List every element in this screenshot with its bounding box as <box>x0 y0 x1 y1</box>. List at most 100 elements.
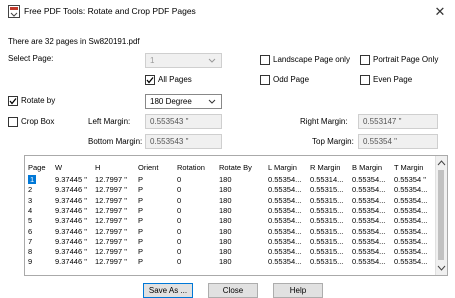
column-header[interactable]: H <box>95 163 100 172</box>
landscape-only-checkbox[interactable] <box>260 55 270 65</box>
column-header[interactable]: Orient <box>138 163 158 172</box>
table-cell: 180 <box>219 226 232 236</box>
table-cell: P <box>138 236 144 246</box>
table-cell: 12.7997 " <box>95 216 127 226</box>
table-cell: 0.55354... <box>268 195 302 205</box>
table-cell: 0.55354... <box>352 236 386 246</box>
table-cell: 180 <box>219 175 232 184</box>
table-row[interactable]: 4 9.37446 " 12.7997 " P 0 180 0.55354... 0.5531… <box>25 206 437 216</box>
portrait-only-checkbox[interactable] <box>360 55 370 65</box>
save-as-button[interactable]: Save As ... <box>143 283 193 298</box>
help-button[interactable]: Help <box>273 283 323 298</box>
app-pdf-icon <box>8 5 20 18</box>
table-cell: P <box>138 247 144 257</box>
column-header[interactable]: R Margin <box>310 163 340 172</box>
top-margin-input[interactable]: 0.55354 " <box>358 134 438 149</box>
table-cell: 0.55354... <box>394 226 428 236</box>
column-header[interactable]: B Margin <box>352 163 382 172</box>
table-cell: 0.55354... <box>268 205 302 215</box>
pages-info-text: There are 32 pages in Sw820191.pdf <box>8 37 140 46</box>
table-cell: 0.55354... <box>352 226 386 236</box>
table-cell: 2 <box>28 185 33 195</box>
rotate-degree-dropdown[interactable]: 180 Degree <box>145 94 222 109</box>
table-cell: 0.55354... <box>352 247 386 257</box>
all-pages-label: All Pages <box>158 75 192 84</box>
table-cell: 0.55354... <box>394 257 428 267</box>
scrollbar-thumb[interactable] <box>438 170 444 260</box>
table-cell: 12.7997 " <box>95 185 127 195</box>
column-header[interactable]: L Margin <box>268 163 297 172</box>
top-margin-label: Top Margin: <box>312 137 354 146</box>
rotate-by-checkbox[interactable] <box>8 96 18 106</box>
table-cell: 0.55354... <box>352 257 386 267</box>
pages-table[interactable]: Page W H Orient Rotation Rotate By L Margin R M… <box>24 155 448 276</box>
column-header[interactable]: Page <box>28 163 46 172</box>
table-cell: 180 <box>219 247 232 257</box>
table-cell: P <box>138 226 144 236</box>
table-cell: 0 <box>177 236 182 246</box>
table-cell: 1 <box>28 175 37 184</box>
table-cell: 0.55315... <box>310 226 344 236</box>
odd-page-checkbox[interactable] <box>260 75 270 85</box>
table-cell: 9.37446 " <box>55 195 87 205</box>
table-scrollbar[interactable] <box>435 156 447 275</box>
table-cell: 12.7997 " <box>95 236 127 246</box>
chevron-down-icon <box>208 99 216 104</box>
even-page-checkbox[interactable] <box>360 75 370 85</box>
column-header[interactable]: Rotate By <box>219 163 252 172</box>
left-margin-label: Left Margin: <box>88 117 131 126</box>
table-cell: 180 <box>219 216 232 226</box>
select-page-dropdown[interactable]: 1 <box>145 53 222 68</box>
table-row[interactable]: 7 9.37446 " 12.7997 " P 0 180 0.55354... 0.5531… <box>25 237 437 247</box>
chevron-up-icon[interactable] <box>437 159 446 167</box>
table-row[interactable]: 6 9.37446 " 12.7997 " P 0 180 0.55354... 0.5531… <box>25 227 437 237</box>
table-cell: 0.55314... <box>310 175 344 184</box>
table-row[interactable]: 8 9.37446 " 12.7997 " P 0 180 0.55354... 0.5531… <box>25 247 437 257</box>
table-cell: 0.55315... <box>310 195 344 205</box>
bottom-margin-input[interactable]: 0.553543 " <box>145 134 222 149</box>
table-cell: 12.7997 " <box>95 175 127 184</box>
left-margin-input[interactable]: 0.553543 " <box>145 114 222 129</box>
table-cell: 0.55354... <box>268 185 302 195</box>
table-cell: P <box>138 216 144 226</box>
table-cell: 0 <box>177 216 182 226</box>
odd-page-label: Odd Page <box>273 75 310 84</box>
checkmark-icon <box>9 98 17 105</box>
table-cell: 9.37446 " <box>55 216 87 226</box>
table-row[interactable]: 2 9.37446 " 12.7997 " P 0 180 0.55354... 0.5531… <box>25 185 437 195</box>
select-page-label: Select Page: <box>8 54 54 63</box>
table-cell: 9.37446 " <box>55 205 87 215</box>
table-row[interactable]: 3 9.37446 " 12.7997 " P 0 180 0.55354... 0.5531… <box>25 196 437 206</box>
column-header[interactable]: Rotation <box>177 163 205 172</box>
table-cell: 9 <box>28 257 33 267</box>
table-cell: 5 <box>28 216 33 226</box>
table-cell: 12.7997 " <box>95 247 127 257</box>
portrait-only-label: Portrait Page Only <box>373 55 439 64</box>
table-row[interactable]: 1 9.37445 " 12.7997 " P 0 180 0.55354... 0.5531… <box>25 175 437 185</box>
table-cell: 0.55354... <box>394 236 428 246</box>
table-cell: 0 <box>177 257 182 267</box>
crop-box-checkbox[interactable] <box>8 117 18 127</box>
right-margin-input[interactable]: 0.553147 " <box>358 114 438 129</box>
table-cell: 0.55315... <box>310 247 344 257</box>
chevron-down-icon[interactable] <box>437 264 446 272</box>
close-button[interactable]: Close <box>208 283 258 298</box>
table-cell: 0.55354... <box>352 195 386 205</box>
table-cell: 4 <box>28 205 33 215</box>
table-cell: 0.55354... <box>352 205 386 215</box>
column-header[interactable]: T Margin <box>394 163 423 172</box>
table-cell: 8 <box>28 247 33 257</box>
column-header[interactable]: W <box>55 163 62 172</box>
table-row[interactable]: 9 9.37446 " 12.7997 " P 0 180 0.55354... 0.5531… <box>25 257 437 267</box>
table-cell: 9.37446 " <box>55 236 87 246</box>
table-cell: P <box>138 185 144 195</box>
table-row[interactable]: 5 9.37446 " 12.7997 " P 0 180 0.55354... 0.5531… <box>25 216 437 226</box>
table-cell: 0.55354... <box>352 216 386 226</box>
window-title: Free PDF Tools: Rotate and Crop PDF Page… <box>24 6 196 16</box>
table-cell: 0.55354... <box>268 247 302 257</box>
all-pages-checkbox[interactable] <box>145 75 155 85</box>
table-cell: 180 <box>219 236 232 246</box>
close-icon[interactable]: ✕ <box>432 4 448 20</box>
table-cell: 9.37445 " <box>55 175 87 184</box>
table-cell: 0 <box>177 185 182 195</box>
